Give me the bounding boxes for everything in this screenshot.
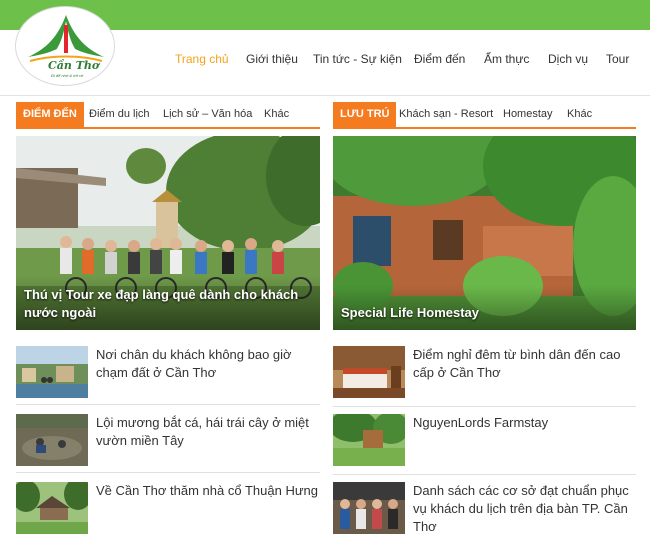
homestay-garden-photo bbox=[333, 136, 636, 330]
section-link-diem-du-lich[interactable]: Điểm du lịch bbox=[89, 108, 150, 120]
site-logo[interactable]: Cần Thơ Đi để nhớ & trở về bbox=[15, 6, 115, 86]
nav-am-thuc[interactable]: Ẩm thực bbox=[484, 52, 529, 68]
nav-trang-chu[interactable]: Trang chủ bbox=[175, 52, 229, 68]
nav-diem-den[interactable]: Điểm đến bbox=[414, 52, 465, 68]
hotel-room-photo bbox=[333, 346, 405, 398]
tourist-group-thumb[interactable] bbox=[333, 482, 405, 534]
feature-card-left[interactable]: Thú vị Tour xe đạp làng quê dành cho khá… bbox=[16, 136, 320, 330]
list-divider bbox=[16, 404, 320, 405]
nav-dich-vu[interactable]: Dịch vụ bbox=[548, 52, 588, 68]
fishing-ditch-photo bbox=[16, 414, 88, 466]
list-item-title[interactable]: Nơi chân du khách không bao giờ chạm đất… bbox=[96, 346, 320, 382]
section-tag-luu-tru[interactable]: LƯU TRÚ bbox=[333, 102, 397, 127]
list-item-title[interactable]: Về Cần Thơ thăm nhà cổ Thuận Hưng bbox=[96, 482, 320, 500]
nav-gioi-thieu[interactable]: Giới thiệu bbox=[246, 52, 298, 68]
logo-name: Cần Thơ bbox=[48, 59, 100, 72]
section-link-khac-right[interactable]: Khác bbox=[567, 108, 592, 120]
section-link-khach-san-resort[interactable]: Khách sạn - Resort bbox=[399, 108, 493, 120]
farmstay-garden-photo bbox=[333, 414, 405, 466]
section-link-khac-left[interactable]: Khác bbox=[264, 108, 289, 120]
section-link-homestay[interactable]: Homestay bbox=[503, 108, 553, 120]
floating-village-photo bbox=[16, 346, 88, 398]
list-item[interactable]: Nơi chân du khách không bao giờ chạm đất… bbox=[16, 346, 320, 402]
floating-village-thumb[interactable] bbox=[16, 346, 88, 398]
logo-slogan: Đi để nhớ & trở về bbox=[51, 73, 84, 78]
list-item-title[interactable]: Lội mương bắt cá, hái trái cây ở miệt vư… bbox=[96, 414, 320, 450]
list-item[interactable]: Về Cần Thơ thăm nhà cổ Thuận Hưng bbox=[16, 482, 320, 538]
nav-tour[interactable]: Tour bbox=[606, 52, 629, 68]
list-item[interactable]: NguyenLords Farmstay bbox=[333, 414, 636, 470]
list-divider bbox=[333, 406, 636, 407]
feature-card-right[interactable]: Special Life Homestay bbox=[333, 136, 636, 330]
tourist-group-photo bbox=[333, 482, 405, 534]
nav-tin-tuc-su-kien[interactable]: Tin tức - Sự kiện bbox=[313, 52, 402, 68]
section-underline-right bbox=[333, 127, 636, 129]
list-item-title[interactable]: Danh sách các cơ sở đạt chuẩn phục vụ kh… bbox=[413, 482, 637, 536]
feature-title-right[interactable]: Special Life Homestay bbox=[341, 304, 628, 322]
fishing-ditch-thumb[interactable] bbox=[16, 414, 88, 466]
section-tag-diem-den[interactable]: ĐIỂM ĐẾN bbox=[16, 102, 84, 127]
list-item[interactable]: Danh sách các cơ sở đạt chuẩn phục vụ kh… bbox=[333, 482, 636, 538]
hotel-room-thumb[interactable] bbox=[333, 346, 405, 398]
header-divider bbox=[0, 95, 650, 96]
list-item[interactable]: Lội mương bắt cá, hái trái cây ở miệt vư… bbox=[16, 414, 320, 470]
ancient-house-thumb[interactable] bbox=[16, 482, 88, 534]
list-item-title[interactable]: Điểm nghỉ đêm từ bình dân đến cao cấp ở … bbox=[413, 346, 637, 382]
section-underline-left bbox=[16, 127, 320, 129]
list-divider bbox=[333, 474, 636, 475]
list-divider bbox=[16, 472, 320, 473]
farmstay-garden-thumb[interactable] bbox=[333, 414, 405, 466]
list-item[interactable]: Điểm nghỉ đêm từ bình dân đến cao cấp ở … bbox=[333, 346, 636, 402]
list-item-title[interactable]: NguyenLords Farmstay bbox=[413, 414, 637, 432]
feature-title-left[interactable]: Thú vị Tour xe đạp làng quê dành cho khá… bbox=[24, 286, 312, 322]
ancient-house-photo bbox=[16, 482, 88, 534]
section-link-lich-su-van-hoa[interactable]: Lịch sử – Văn hóa bbox=[163, 108, 252, 120]
